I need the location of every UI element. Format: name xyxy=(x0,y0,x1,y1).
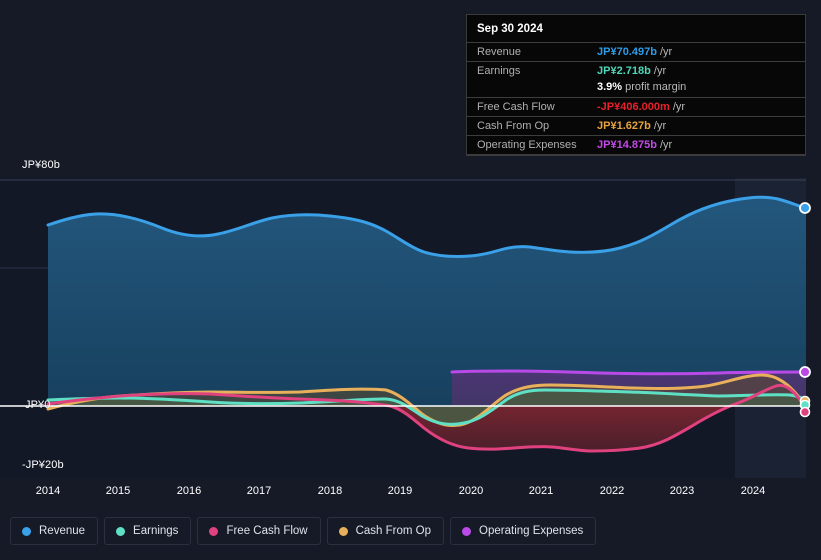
legend-item-operating-expenses[interactable]: Operating Expenses xyxy=(450,517,597,545)
legend-item-free-cash-flow[interactable]: Free Cash Flow xyxy=(197,517,321,545)
tooltip-row-earnings: Earnings JP¥2.718b /yr xyxy=(467,61,805,80)
x-axis-label-2020: 2020 xyxy=(458,485,484,497)
tooltip-suffix-revenue: /yr xyxy=(656,46,673,58)
legend-label-earnings: Earnings xyxy=(133,525,179,537)
x-axis-label-2022: 2022 xyxy=(599,485,625,497)
x-axis-label-2016: 2016 xyxy=(176,485,202,497)
tooltip-label-operating-expenses: Operating Expenses xyxy=(477,139,577,151)
legend-label-free-cash-flow: Free Cash Flow xyxy=(226,525,308,537)
revenue-endpoint-marker[interactable] xyxy=(799,202,811,214)
y-axis-label-bottom: -JP¥20b xyxy=(22,459,64,471)
tooltip-value-earnings-wrap: JP¥2.718b /yr xyxy=(597,65,666,77)
x-axis-label-2015: 2015 xyxy=(105,485,131,497)
tooltip-value-operating-expenses-wrap: JP¥14.875b /yr xyxy=(597,139,672,151)
tooltip-date-title: Sep 30 2024 xyxy=(477,23,543,35)
tooltip-suffix-profit-margin: profit margin xyxy=(622,81,687,93)
legend-dot-operating-expenses-icon xyxy=(462,526,472,536)
tooltip-row-revenue: Revenue JP¥70.497b /yr xyxy=(467,42,805,61)
y-axis-label-top: JP¥80b xyxy=(22,159,60,171)
tooltip-value-operating-expenses: JP¥14.875b xyxy=(597,139,657,151)
tooltip-row-cash-from-op: Cash From Op JP¥1.627b /yr xyxy=(467,116,805,135)
tooltip-row-free-cash-flow: Free Cash Flow -JP¥406.000m /yr xyxy=(467,97,805,116)
tooltip-value-earnings: JP¥2.718b xyxy=(597,65,651,77)
tooltip-value-revenue-wrap: JP¥70.497b /yr xyxy=(597,46,672,58)
x-axis-label-2021: 2021 xyxy=(528,485,554,497)
x-axis-label-2024: 2024 xyxy=(740,485,766,497)
tooltip-value-cash-from-op: JP¥1.627b xyxy=(597,120,651,132)
legend-dot-earnings-icon xyxy=(116,526,126,536)
tooltip-value-cash-from-op-wrap: JP¥1.627b /yr xyxy=(597,120,666,132)
legend-label-revenue: Revenue xyxy=(39,525,86,537)
legend-dot-revenue-icon xyxy=(22,526,31,536)
tooltip-bottom-divider xyxy=(467,154,805,155)
tooltip-label-free-cash-flow: Free Cash Flow xyxy=(477,101,555,113)
tooltip-suffix-free-cash-flow: /yr xyxy=(669,101,686,113)
legend-item-cash-from-op[interactable]: Cash From Op xyxy=(326,517,445,545)
tooltip-value-profit-margin-wrap: 3.9% profit margin xyxy=(597,81,686,93)
tooltip-label-revenue: Revenue xyxy=(477,46,522,58)
legend-label-operating-expenses: Operating Expenses xyxy=(479,525,584,537)
data-tooltip-panel: Sep 30 2024 Revenue JP¥70.497b /yr Earni… xyxy=(466,14,806,156)
x-axis-label-2018: 2018 xyxy=(317,485,343,497)
legend-dot-free-cash-flow-icon xyxy=(209,526,219,536)
legend-dot-cash-from-op-icon xyxy=(338,526,348,536)
x-axis-label-2023: 2023 xyxy=(669,485,695,497)
tooltip-suffix-operating-expenses: /yr xyxy=(656,139,673,151)
y-axis-label-zero: JP¥0 xyxy=(25,399,51,411)
tooltip-suffix-cash-from-op: /yr xyxy=(650,120,667,132)
legend-item-earnings[interactable]: Earnings xyxy=(104,517,192,545)
operating-expenses-endpoint-marker[interactable] xyxy=(799,366,811,378)
chart-legend: Revenue Earnings Free Cash Flow Cash Fro… xyxy=(10,517,597,545)
tooltip-value-profit-margin: 3.9% xyxy=(597,81,623,93)
legend-label-cash-from-op: Cash From Op xyxy=(355,525,432,537)
tooltip-value-free-cash-flow: -JP¥406.000m xyxy=(597,101,670,113)
x-axis-label-2019: 2019 xyxy=(387,485,413,497)
legend-item-revenue[interactable]: Revenue xyxy=(10,517,99,545)
tooltip-label-cash-from-op: Cash From Op xyxy=(477,120,550,132)
tooltip-label-earnings: Earnings xyxy=(477,65,521,77)
tooltip-value-free-cash-flow-wrap: -JP¥406.000m /yr xyxy=(597,101,685,113)
tooltip-suffix-earnings: /yr xyxy=(650,65,667,77)
tooltip-row-operating-expenses: Operating Expenses JP¥14.875b /yr xyxy=(467,135,805,154)
free-cash-flow-endpoint-marker[interactable] xyxy=(799,406,811,418)
x-axis-label-2017: 2017 xyxy=(246,485,272,497)
x-axis-label-2014: 2014 xyxy=(35,485,61,497)
tooltip-value-revenue: JP¥70.497b xyxy=(597,46,657,58)
tooltip-row-profit-margin: 3.9% profit margin xyxy=(467,80,805,97)
